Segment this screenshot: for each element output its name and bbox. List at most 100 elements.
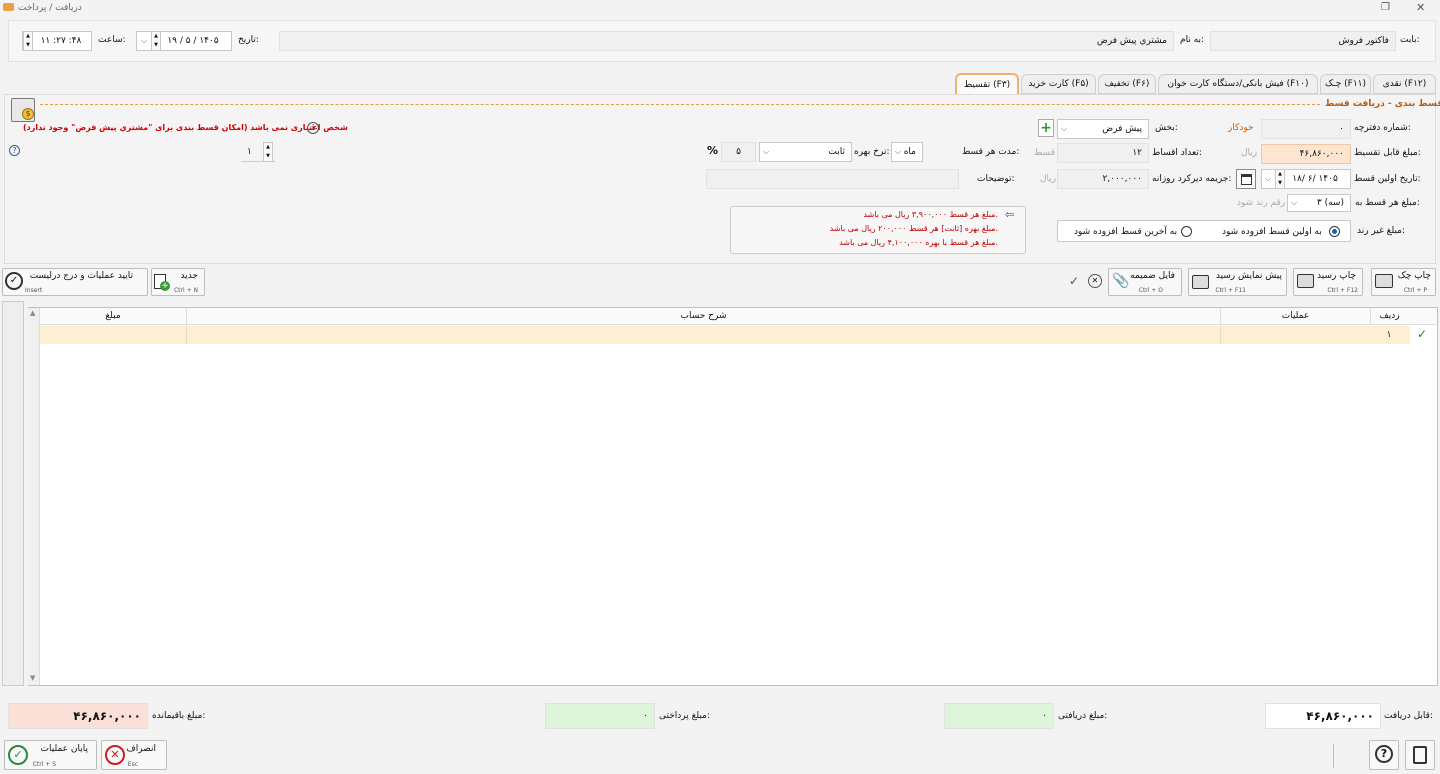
finish-button[interactable]: پایان عملیات Ctrl + S ✓ bbox=[4, 740, 97, 770]
panel-icon: $ bbox=[11, 98, 35, 122]
cancel-x-icon: ✕ bbox=[105, 745, 125, 765]
interest-type-select[interactable]: ثابت bbox=[759, 142, 852, 162]
title-divider bbox=[40, 104, 1320, 105]
calculator-button[interactable] bbox=[1405, 740, 1435, 770]
radio-first-label: به اولین قسط افزوده شود bbox=[1222, 227, 1322, 237]
help-button[interactable]: ? bbox=[1369, 740, 1399, 770]
confirm-check-icon: ✓ bbox=[5, 272, 23, 290]
add-section-button[interactable]: + bbox=[1038, 119, 1054, 137]
received-label: مبلغ دریافتی: bbox=[1058, 711, 1108, 721]
interest-type-dropdown-icon[interactable]: ⌵ bbox=[760, 143, 772, 161]
duration-label: مدت هر قسط: bbox=[962, 147, 1020, 157]
app-icon bbox=[3, 3, 14, 11]
table-header: ردیف عملیات شرح حساب مبلغ bbox=[40, 308, 1437, 325]
panel-title: قسط بندی - دریافت قسط bbox=[1325, 99, 1440, 109]
interest-label: نرخ بهره: bbox=[854, 147, 890, 157]
description-label: توضیحات: bbox=[977, 174, 1015, 184]
tab-purchase-card[interactable]: کارت خرید (F۵) bbox=[1021, 74, 1096, 94]
help-icon[interactable]: ? bbox=[9, 145, 20, 156]
info-line-1: مبلغ هر قسط ۳,۹۰۰,۰۰۰ ریال می باشد. bbox=[863, 210, 998, 219]
time-label: ساعت: bbox=[98, 35, 126, 45]
count-field[interactable]: ۱۲ bbox=[1057, 143, 1149, 163]
header-col-operation[interactable]: عملیات bbox=[1220, 308, 1370, 325]
radio-first-installment[interactable] bbox=[1329, 226, 1340, 237]
preview-receipt-button[interactable]: پیش نمایش رسید Ctrl + F11 bbox=[1188, 268, 1287, 296]
round-dropdown-icon[interactable]: ⌵ bbox=[1288, 194, 1300, 212]
scroll-up-icon[interactable]: ▲ bbox=[30, 309, 35, 317]
penalty-label: جریمه دیرکرد روزانه: bbox=[1152, 174, 1232, 184]
amount-field[interactable]: ۴۶,۸۶۰,۰۰۰ bbox=[1261, 144, 1351, 164]
beh-name-field[interactable]: مشتري پيش فرض bbox=[279, 31, 1174, 51]
tab-bank[interactable]: فیش بانکی/دستگاه کارت خوان (F۱۰) bbox=[1158, 74, 1318, 94]
babat-field[interactable]: فاکتور فروش bbox=[1210, 31, 1396, 51]
info-line-2: مبلغ بهره [ثابت] هر قسط ۲۰۰,۰۰۰ ریال می … bbox=[829, 224, 998, 233]
tab-discount[interactable]: تخفیف (F۶) bbox=[1098, 74, 1156, 94]
back-arrow-icon: ⇦ bbox=[1005, 208, 1015, 221]
date-dropdown[interactable]: ⌵ bbox=[138, 32, 150, 50]
preview-icon bbox=[1192, 275, 1209, 289]
remove-attachment-icon[interactable]: ✕ bbox=[1088, 274, 1102, 288]
attach-file-button[interactable]: فایل ضمیمه Ctrl + O 📎 bbox=[1108, 268, 1182, 296]
paid-label: مبلغ پرداختی: bbox=[659, 711, 710, 721]
tab-check[interactable]: چـک (F۱۱) bbox=[1320, 74, 1371, 94]
notebook-label: شماره دفترچه: bbox=[1354, 123, 1411, 133]
restore-icon[interactable]: ❐ bbox=[1381, 2, 1390, 13]
print-check-button[interactable]: چاپ چک Ctrl + P bbox=[1371, 268, 1436, 296]
amount-label: مبلغ قابل تقسیط: bbox=[1354, 148, 1421, 158]
scrollbar[interactable]: ▲ ▼ bbox=[28, 308, 40, 685]
title-bar: دریافت / پرداخت ❐ ✕ bbox=[0, 0, 1440, 17]
spin-arrows[interactable]: ▲ ▼ bbox=[263, 142, 273, 162]
printer-icon bbox=[1375, 274, 1393, 288]
receivable-field: ۴۶,۸۶۰,۰۰۰ bbox=[1265, 703, 1381, 729]
beh-name-label: به نام: bbox=[1180, 35, 1205, 45]
close-icon[interactable]: ✕ bbox=[1416, 1, 1425, 14]
confirm-insert-button[interactable]: تایید عملیات و درج درلیست Insert ✓ bbox=[2, 268, 148, 296]
cancel-button[interactable]: انصراف Esc ✕ bbox=[101, 740, 167, 770]
table-row[interactable]: ۱ bbox=[40, 326, 1410, 344]
first-date-dropdown[interactable]: ⌵ bbox=[1262, 170, 1274, 188]
receivable-label: قابل دریافت: bbox=[1384, 711, 1434, 721]
finish-check-icon: ✓ bbox=[8, 745, 28, 765]
section-label: بخش: bbox=[1155, 123, 1178, 133]
grid-left-strip bbox=[2, 301, 24, 686]
percent-sign: % bbox=[707, 144, 719, 157]
window-title: دریافت / پرداخت bbox=[18, 3, 82, 13]
check-cancel-icon[interactable]: ✓ bbox=[1069, 274, 1079, 288]
calendar-button[interactable] bbox=[1236, 169, 1256, 189]
row-index: ۱ bbox=[1386, 330, 1392, 340]
tab-installment[interactable]: تقسیط (F۳) bbox=[955, 73, 1019, 95]
babat-label: بابت: bbox=[1400, 35, 1420, 45]
date-spinner[interactable]: ▲ ▼ bbox=[151, 31, 161, 51]
help-icon: ? bbox=[1375, 745, 1393, 763]
description-field[interactable] bbox=[706, 169, 959, 189]
penalty-rial-unit: ریال bbox=[1040, 174, 1057, 184]
count-label: تعداد اقساط: bbox=[1152, 148, 1202, 158]
add-icon: + bbox=[160, 281, 170, 291]
rial-unit: ریال bbox=[1241, 148, 1258, 158]
section-dropdown-icon[interactable]: ⌵ bbox=[1058, 120, 1070, 138]
tab-cash[interactable]: نقدی (F۱۲) bbox=[1373, 74, 1436, 94]
round-suffix: رقم رند شود bbox=[1237, 198, 1286, 208]
nonround-label: مبلغ غیر رند: bbox=[1357, 226, 1406, 236]
first-date-spinner[interactable]: ▲ ▼ bbox=[1275, 169, 1285, 189]
radio-last-installment[interactable] bbox=[1181, 226, 1192, 237]
auto-label: خودکار bbox=[1228, 123, 1254, 133]
penalty-field[interactable]: ۲,۰۰۰,۰۰۰ bbox=[1057, 169, 1149, 189]
header-col-amount[interactable]: مبلغ bbox=[40, 308, 186, 325]
scroll-down-icon[interactable]: ▼ bbox=[30, 674, 35, 682]
time-spinner[interactable]: ▲ ▼ bbox=[23, 31, 33, 51]
warning-text: شخص اعتباری نمی باشد (امکان قسط بندی برا… bbox=[23, 123, 348, 132]
received-field: ۰ bbox=[944, 703, 1054, 729]
remaining-label: مبلغ باقیمانده: bbox=[152, 711, 206, 721]
interest-value-field[interactable]: ۵ bbox=[721, 142, 756, 162]
header-col-row[interactable]: ردیف bbox=[1370, 308, 1408, 325]
printer-icon bbox=[1297, 274, 1314, 288]
row-selected-check-icon: ✓ bbox=[1417, 327, 1428, 341]
duration-dropdown-icon[interactable]: ⌵ bbox=[892, 143, 904, 161]
header-col-description[interactable]: شرح حساب bbox=[186, 308, 1220, 325]
new-button[interactable]: جدید Ctrl + N + bbox=[151, 268, 205, 296]
date-label: تاریخ: bbox=[238, 35, 259, 45]
section-select[interactable]: پیش فرض bbox=[1057, 119, 1149, 139]
print-receipt-button[interactable]: چاپ رسید Ctrl + F12 bbox=[1293, 268, 1363, 296]
notebook-field[interactable]: ۰ bbox=[1261, 119, 1351, 139]
